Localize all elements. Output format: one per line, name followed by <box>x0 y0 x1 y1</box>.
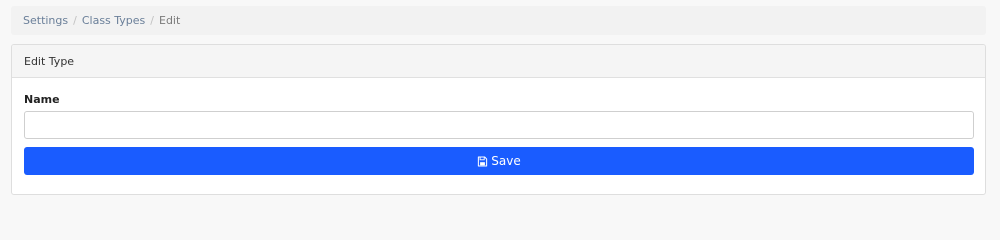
save-button-label: Save <box>491 154 521 168</box>
breadcrumb-class-types[interactable]: Class Types <box>82 14 145 27</box>
edit-type-card: Edit Type Name Save <box>11 44 986 195</box>
floppy-disk-icon <box>477 156 488 167</box>
card-header: Edit Type <box>12 45 985 78</box>
breadcrumb: Settings / Class Types / Edit <box>11 6 986 35</box>
breadcrumb-settings[interactable]: Settings <box>23 14 68 27</box>
card-title: Edit Type <box>24 54 75 68</box>
breadcrumb-separator: / <box>73 14 77 27</box>
save-button[interactable]: Save <box>24 147 974 175</box>
name-label: Name <box>24 93 60 106</box>
breadcrumb-edit: Edit <box>159 14 181 27</box>
card-body: Name Save <box>12 93 985 175</box>
breadcrumb-separator: / <box>150 14 154 27</box>
name-input[interactable] <box>24 111 974 139</box>
